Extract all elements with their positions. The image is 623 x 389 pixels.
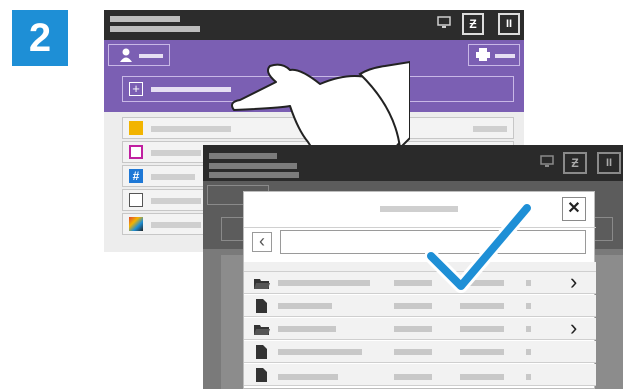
row-meta-placeholder: [460, 374, 504, 380]
file-browser-dialog: ✕ ‹ › ›: [243, 191, 596, 389]
list-item-label-placeholder: [151, 222, 201, 228]
file-row[interactable]: [244, 341, 596, 363]
dialog-divider: [244, 227, 596, 228]
swap-icon[interactable]: Ƶ: [563, 152, 587, 174]
row-meta-placeholder: [460, 303, 504, 309]
file-icon: [256, 299, 267, 313]
step-number-badge: 2: [12, 10, 68, 66]
row-name-placeholder: [278, 303, 332, 309]
file-row[interactable]: [244, 364, 596, 386]
chevron-right-icon[interactable]: ›: [570, 317, 577, 339]
chevron-left-icon: ‹: [259, 231, 265, 251]
front-header: Ƶ II: [203, 145, 623, 181]
row-meta-placeholder: [460, 349, 504, 355]
chevron-right-icon[interactable]: ›: [570, 271, 577, 293]
row-name-placeholder: [278, 374, 338, 380]
user-button[interactable]: [108, 44, 170, 66]
add-label-placeholder: [151, 87, 231, 92]
dropbox-doc-icon: [129, 121, 143, 135]
front-header-subtitle-placeholder: [209, 163, 297, 169]
list-item-label-placeholder: [151, 174, 195, 180]
close-button[interactable]: ✕: [562, 197, 586, 221]
printer-icon: [475, 48, 491, 62]
printer-label-placeholder: [495, 54, 515, 58]
box-doc-icon: [129, 145, 143, 159]
list-item-meta-placeholder: [473, 126, 507, 132]
row-meta-placeholder: [394, 326, 432, 332]
row-meta-placeholder: [526, 303, 531, 309]
front-screen: Ƶ II ✕ ‹ › ›: [203, 145, 623, 389]
list-header: [244, 262, 596, 272]
close-icon: ✕: [567, 200, 581, 217]
pause-button[interactable]: II: [597, 152, 621, 174]
dimmed-right-edge: [596, 257, 623, 389]
user-icon: [119, 47, 133, 63]
color-icon: [129, 217, 143, 231]
file-icon: [256, 368, 267, 382]
back-header: Ƶ II: [104, 10, 524, 40]
folder-row[interactable]: ›: [244, 271, 596, 294]
user-label-placeholder: [139, 54, 163, 58]
checkmark-icon: [424, 200, 535, 300]
back-button[interactable]: ‹: [252, 232, 272, 252]
folder-icon: [254, 323, 270, 335]
printer-button[interactable]: [468, 44, 520, 66]
row-meta-placeholder: [526, 326, 531, 332]
row-meta-placeholder: [526, 349, 531, 355]
row-meta-placeholder: [394, 374, 432, 380]
monitor-icon[interactable]: [436, 16, 452, 30]
list-item-label-placeholder: [151, 198, 201, 204]
folder-icon: [254, 277, 270, 289]
file-icon: [256, 345, 267, 359]
pause-button[interactable]: II: [498, 13, 520, 35]
folder-row[interactable]: ›: [244, 317, 596, 340]
row-meta-placeholder: [394, 349, 432, 355]
list-item-label-placeholder: [151, 126, 231, 132]
row-meta-placeholder: [526, 374, 531, 380]
back-header-title-placeholder: [110, 16, 180, 22]
list-item-label-placeholder: [151, 150, 201, 156]
row-name-placeholder: [278, 326, 336, 332]
row-name-placeholder: [278, 349, 362, 355]
row-meta-placeholder: [460, 326, 504, 332]
row-name-placeholder: [278, 280, 370, 286]
plus-icon: +: [129, 82, 143, 96]
list-icon: [129, 193, 143, 207]
row-meta-placeholder: [394, 303, 432, 309]
front-header-subtitle2-placeholder: [209, 172, 299, 178]
front-header-title-placeholder: [209, 153, 277, 159]
hash-icon: #: [129, 169, 143, 183]
file-row[interactable]: [244, 295, 596, 317]
monitor-icon[interactable]: [539, 155, 555, 169]
back-header-subtitle-placeholder: [110, 26, 200, 32]
swap-icon[interactable]: Ƶ: [462, 13, 484, 35]
